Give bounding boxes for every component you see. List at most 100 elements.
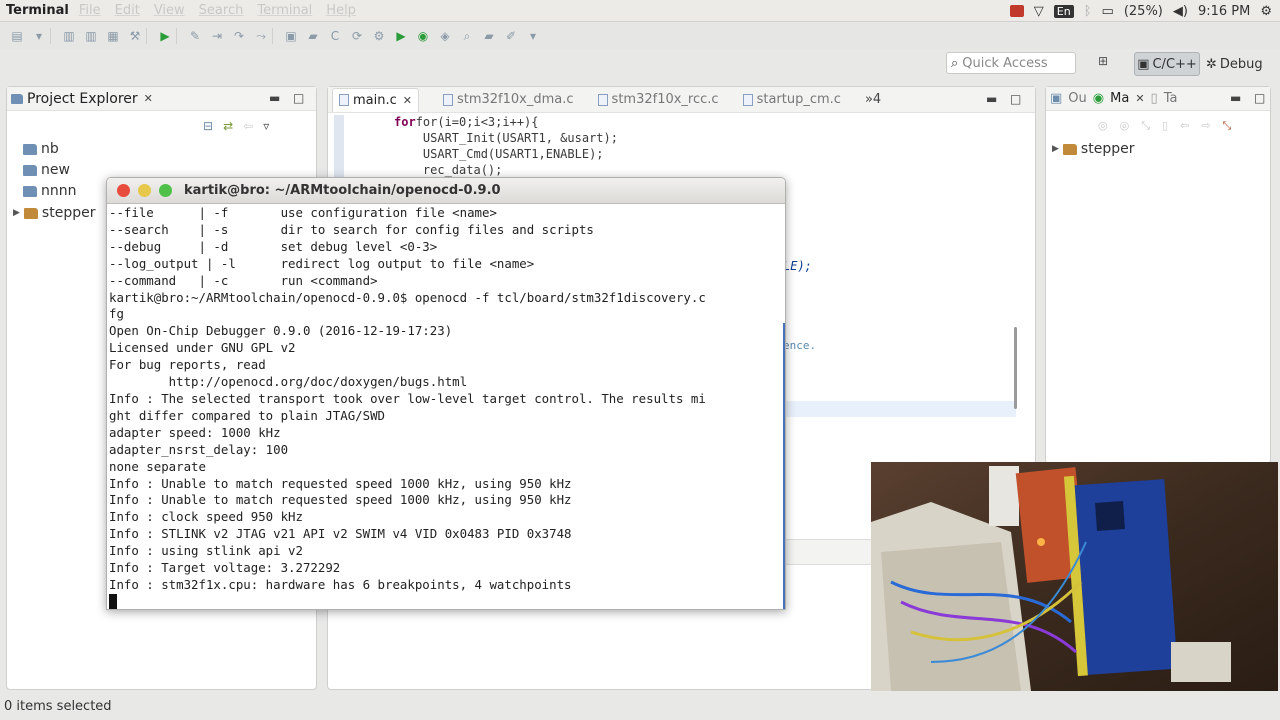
open-type-icon[interactable]: ▰	[478, 25, 500, 47]
save-icon[interactable]: ▥	[58, 25, 80, 47]
tab-overflow[interactable]: »4	[865, 92, 881, 107]
refresh-icon[interactable]: ⟳	[346, 25, 368, 47]
perspective-debug[interactable]: ✲ Debug	[1206, 52, 1263, 76]
minimize-icon[interactable]: ▬	[986, 92, 997, 106]
terminal-titlebar[interactable]: kartik@bro: ~/ARMtoolchain/openocd-0.9.0	[107, 178, 785, 204]
next-annotation-icon[interactable]: ▾	[522, 25, 544, 47]
expand-arrow-icon[interactable]: ▶	[1052, 144, 1059, 154]
maximize-window-button[interactable]	[159, 184, 172, 197]
open-folder-icon[interactable]: ▰	[302, 25, 324, 47]
annotation-icon[interactable]: ✐	[500, 25, 522, 47]
keyboard-layout[interactable]: En	[1053, 4, 1074, 18]
terminal-line: http://openocd.org/doc/doxygen/bugs.html	[109, 374, 468, 390]
open-perspective-icon[interactable]: ⊞	[1098, 54, 1108, 68]
minimize-icon[interactable]: ▬	[269, 91, 280, 105]
build-icon[interactable]: ⚒	[124, 25, 146, 47]
step-icon[interactable]: ↷	[228, 25, 250, 47]
gear-icon[interactable]: ⚙	[1260, 4, 1272, 19]
debug-tool-icon[interactable]: ✎	[184, 25, 206, 47]
tree-item-label: nnnn	[41, 183, 77, 199]
menu-search[interactable]: Search	[199, 3, 244, 18]
tab-stm32f10x-rcc[interactable]: stm32f10x_rcc.c	[597, 92, 719, 107]
hide-icon[interactable]: ⤡	[1223, 119, 1232, 133]
tree-item-nb[interactable]: nb	[23, 141, 59, 157]
perspective-cpp[interactable]: ▣ C/C++	[1134, 52, 1200, 76]
code-line[interactable]: forfor(i=0;i<3;i++){	[394, 115, 539, 129]
wifi-icon[interactable]: ▽	[1034, 4, 1044, 19]
tab-startup-cm[interactable]: startup_cm.c	[742, 92, 841, 107]
clock[interactable]: 9:16 PM	[1198, 4, 1250, 19]
new-class-icon[interactable]: ▣	[280, 25, 302, 47]
minimize-window-button[interactable]	[138, 184, 151, 197]
tool-icon[interactable]: ⇦	[1180, 119, 1189, 133]
coverage-icon[interactable]: ◉	[412, 25, 434, 47]
quick-access-input[interactable]: ⌕ Quick Access	[946, 52, 1076, 74]
new-file-icon[interactable]: C	[324, 25, 346, 47]
battery-icon[interactable]: ▭	[1102, 4, 1114, 19]
search-tool-icon[interactable]: ⌕	[456, 25, 478, 47]
tool-icon[interactable]: ▯	[1162, 119, 1168, 133]
terminal-scrollbar[interactable]	[783, 323, 785, 609]
debug-config-icon[interactable]: ⚙	[368, 25, 390, 47]
print-icon[interactable]: ▦	[102, 25, 124, 47]
project-explorer-title[interactable]: Project Explorer	[27, 91, 138, 107]
editor-scrollbar[interactable]	[1014, 327, 1017, 409]
run-icon[interactable]: ▶	[154, 25, 176, 47]
volume-icon[interactable]: ◀)	[1173, 4, 1188, 19]
run-config-icon[interactable]: ▶	[390, 25, 412, 47]
code-fragment[interactable]: LE);	[783, 259, 812, 273]
status-bar: 0 items selected	[0, 692, 1280, 720]
menu-view[interactable]: View	[154, 3, 185, 18]
tree-item-stepper[interactable]: ▶ stepper	[13, 205, 95, 221]
close-icon[interactable]: ✕	[1135, 92, 1144, 105]
tool-icon[interactable]: ⤳	[250, 25, 272, 47]
close-icon[interactable]: ✕	[144, 92, 153, 105]
search-icon: ⌕	[951, 55, 959, 71]
close-window-button[interactable]	[117, 184, 130, 197]
menu-terminal[interactable]: Terminal	[257, 3, 312, 18]
outline-icon: ▣	[1050, 91, 1063, 106]
tree-item-nnnn[interactable]: nnnn	[23, 183, 77, 199]
terminal-window[interactable]: kartik@bro: ~/ARMtoolchain/openocd-0.9.0…	[106, 177, 786, 610]
tool-icon[interactable]: ⤡	[1141, 119, 1150, 133]
tab-make-targets[interactable]: Ma	[1110, 91, 1129, 106]
link-editor-icon[interactable]: ⇄	[223, 119, 233, 133]
maximize-icon[interactable]: □	[293, 91, 304, 105]
filter-icon[interactable]: ⇦	[243, 119, 253, 133]
minimize-icon[interactable]: ▬	[1230, 91, 1241, 105]
dropdown-icon[interactable]: ▾	[28, 25, 50, 47]
tool-icon[interactable]: ◎	[1120, 119, 1130, 133]
code-line[interactable]: USART_Init(USART1, &usart);	[394, 131, 618, 145]
close-icon[interactable]: ✕	[403, 94, 412, 107]
c-file-icon	[742, 93, 753, 106]
tab-main-c[interactable]: main.c ✕	[332, 87, 419, 112]
code-line[interactable]: rec_data();	[394, 163, 502, 177]
tool-icon[interactable]: ⇨	[1201, 119, 1210, 133]
maximize-icon[interactable]: □	[1254, 91, 1265, 105]
code-line[interactable]: USART_Cmd(USART1,ENABLE);	[394, 147, 604, 161]
menu-file[interactable]: File	[79, 3, 101, 18]
tree-item-new[interactable]: new	[23, 162, 70, 178]
maximize-icon[interactable]: □	[1010, 92, 1021, 106]
terminal-line: Info : STLINK v2 JTAG v21 API v2 SWIM v4…	[109, 526, 572, 542]
tab-stm32f10x-dma[interactable]: stm32f10x_dma.c	[442, 92, 574, 107]
main-toolbar: ▤ ▾ ▥ ▥ ▦ ⚒ ▶ ✎ ⇥ ↷ ⤳ ▣ ▰ C ⟳ ⚙ ▶ ◉ ◈ ⌕ …	[0, 23, 1280, 49]
tab-outline[interactable]: Ou	[1068, 91, 1086, 106]
tool-icon[interactable]: ◎	[1098, 119, 1108, 133]
save-all-icon[interactable]: ▥	[80, 25, 102, 47]
expand-arrow-icon[interactable]: ▶	[13, 208, 20, 218]
tab-tasks[interactable]: Ta	[1164, 91, 1178, 106]
external-tools-icon[interactable]: ◈	[434, 25, 456, 47]
record-icon[interactable]	[1009, 5, 1024, 17]
menu-edit[interactable]: Edit	[115, 3, 140, 18]
bluetooth-icon[interactable]: ᛒ	[1084, 4, 1092, 19]
new-icon[interactable]: ▤	[6, 25, 28, 47]
menu-help[interactable]: Help	[326, 3, 356, 18]
c-file-icon	[597, 93, 608, 106]
terminal-output[interactable]: --file | -f use configuration file <name…	[109, 205, 785, 609]
collapse-all-icon[interactable]: ⊟	[203, 119, 213, 133]
view-menu-icon[interactable]: ▿	[263, 119, 269, 133]
code-comment[interactable]: ence.	[783, 339, 816, 352]
tree-item-stepper[interactable]: ▶ stepper	[1052, 141, 1134, 157]
skip-icon[interactable]: ⇥	[206, 25, 228, 47]
